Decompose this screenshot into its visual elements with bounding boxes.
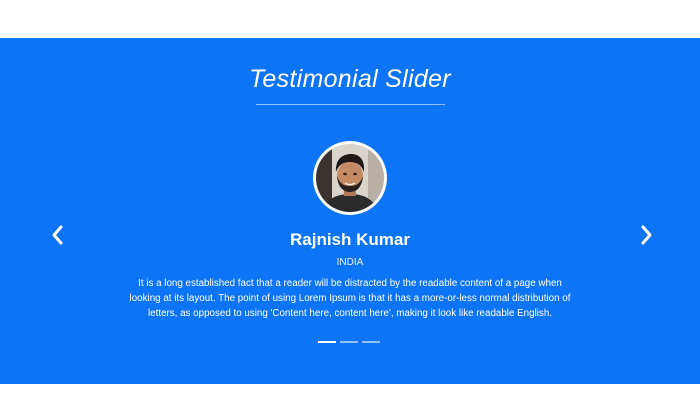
title-divider bbox=[256, 104, 445, 105]
next-slide-button[interactable] bbox=[635, 222, 657, 248]
testimonial-section: Testimonial Slider Rajnish Kumar INDIA I… bbox=[0, 38, 700, 384]
slide-indicator-3[interactable] bbox=[362, 341, 380, 343]
person-photo bbox=[316, 144, 384, 212]
section-title: Testimonial Slider bbox=[249, 65, 451, 93]
chevron-right-icon bbox=[641, 225, 652, 245]
testimonial-country: INDIA bbox=[336, 257, 364, 268]
avatar bbox=[313, 141, 387, 215]
slide-indicator-2[interactable] bbox=[340, 341, 358, 343]
slide-indicator-1[interactable] bbox=[318, 341, 336, 343]
testimonial-name: Rajnish Kumar bbox=[290, 230, 410, 249]
slider-indicators bbox=[318, 341, 380, 345]
testimonial-quote: It is a long established fact that a rea… bbox=[129, 278, 571, 319]
